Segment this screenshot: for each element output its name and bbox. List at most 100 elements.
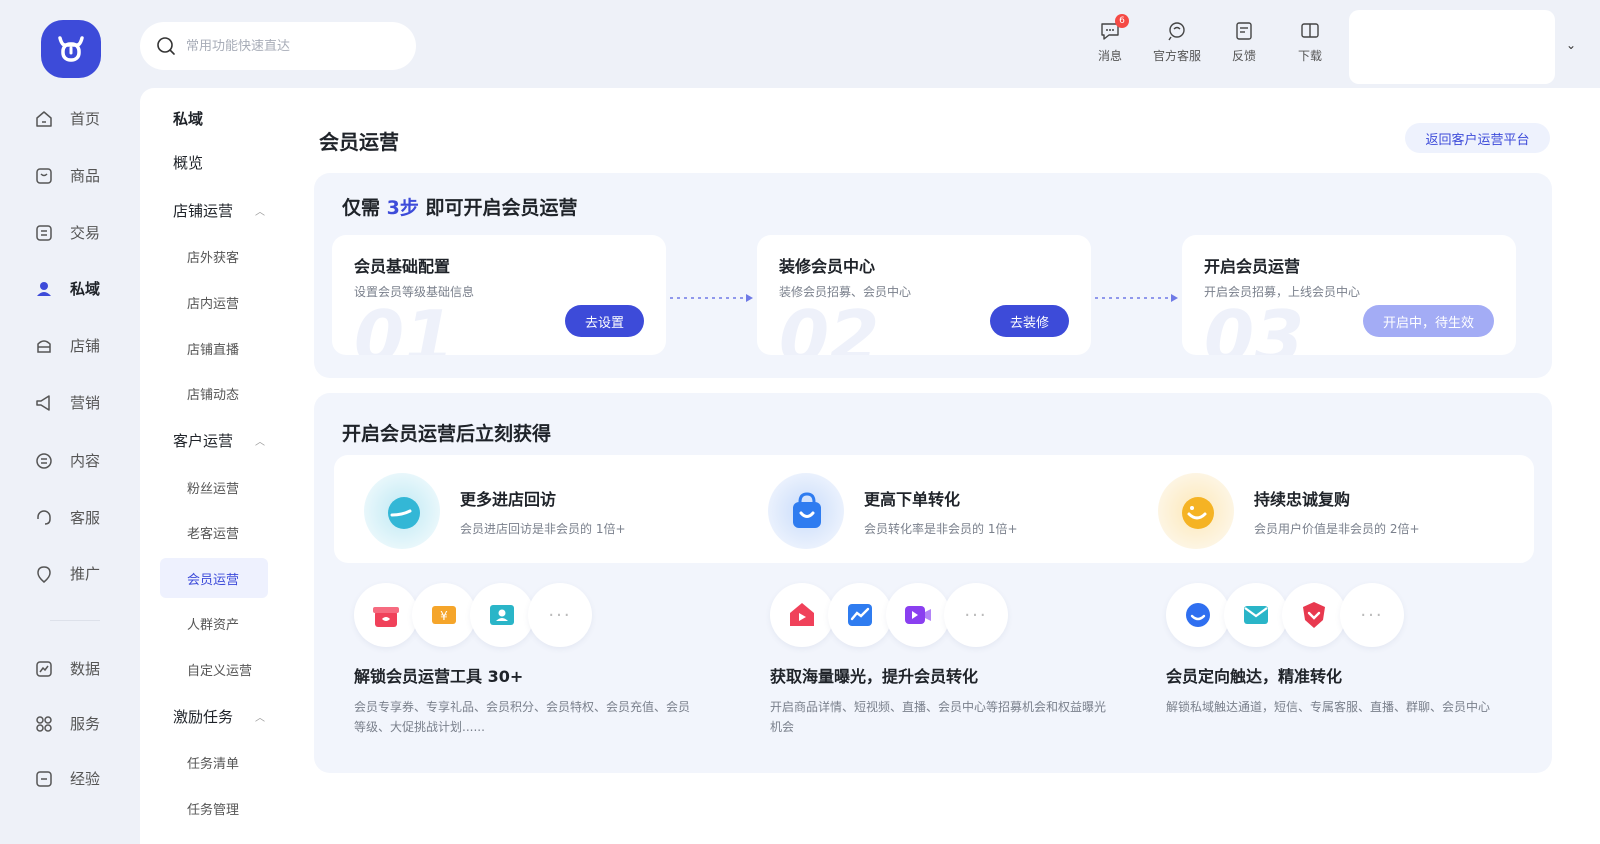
nav-item-data[interactable]: 数据 [34, 658, 100, 679]
official-support-button[interactable]: 官方客服 [1147, 20, 1207, 64]
video-camera-icon [886, 583, 950, 647]
feature-title: 解锁会员运营工具 30+ [354, 667, 524, 686]
nav-label: 营销 [70, 394, 101, 412]
coupon-icon: ¥ [412, 583, 476, 647]
step-desc: 设置会员等级基础信息 [354, 285, 475, 299]
more-icon[interactable]: ··· [1340, 583, 1404, 647]
main-content: 会员运营 返回客户运营平台 仅需 3步 即可开启会员运营 01 会员基础配置 设… [292, 88, 1600, 844]
subnav-title: 私域 [173, 110, 204, 128]
user-account-box[interactable] [1349, 10, 1555, 84]
steps-panel: 仅需 3步 即可开启会员运营 01 会员基础配置 设置会员等级基础信息 去设置 … [314, 173, 1552, 378]
shopping-bag-icon [793, 492, 821, 528]
feature-desc: 会员专享券、专享礼品、会员积分、会员特权、会员充值、会员等级、大促挑战计划...… [354, 700, 691, 734]
subnav-item[interactable]: 店铺动态 [187, 384, 239, 403]
messages-button[interactable]: 6 消息 [1080, 14, 1140, 64]
nav-item-trade[interactable]: 交易 [34, 222, 100, 243]
app-logo[interactable] [41, 20, 101, 78]
subnav-item[interactable]: 粉丝运营 [187, 478, 239, 497]
subnav-item[interactable]: 任务清单 [187, 753, 239, 772]
experience-icon [36, 770, 52, 787]
product-icon [36, 167, 52, 184]
nav-item-marketing[interactable]: 营销 [34, 392, 100, 413]
download-button[interactable]: 下载 [1280, 20, 1340, 64]
search-box[interactable] [140, 22, 416, 70]
nav-item-private-domain[interactable]: 私域 [34, 278, 100, 299]
message-badge: 6 [1115, 14, 1129, 28]
benefits-panel: 开启会员运营后立刻获得 更多进店回访 会员进店回访是非会员的 1倍+ 更高下单转化… [314, 393, 1552, 773]
dashed-arrow-icon [1095, 294, 1178, 302]
feature-icons: ··· [770, 583, 1120, 647]
data-icon [36, 660, 52, 677]
group-label: 店铺运营 [173, 202, 234, 220]
subnav-item[interactable]: 老客运营 [187, 523, 239, 542]
subnav-item[interactable]: 店外获客 [187, 247, 239, 266]
subnav-group-store-ops[interactable]: 店铺运营 ︿ [173, 200, 265, 221]
subnav-item[interactable]: 店内运营 [187, 293, 239, 312]
steps-title: 仅需 3步 即可开启会员运营 [342, 193, 578, 220]
back-to-platform-button[interactable]: 返回客户运营平台 [1405, 123, 1550, 153]
feedback-button[interactable]: 反馈 [1214, 20, 1274, 64]
marketing-icon [36, 394, 50, 411]
more-icon[interactable]: ··· [944, 583, 1008, 647]
step-title: 开启会员运营 [1204, 257, 1301, 276]
feedback-label: 反馈 [1231, 49, 1256, 63]
step-title: 会员基础配置 [354, 257, 451, 276]
step-card-1: 01 会员基础配置 设置会员等级基础信息 去设置 [332, 235, 666, 355]
subnav-item-overview[interactable]: 概览 [173, 152, 203, 173]
nav-item-customer-service[interactable]: 客服 [34, 507, 100, 528]
feedback-icon [1236, 22, 1252, 40]
benefit-item: 更高下单转化 会员转化率是非会员的 1倍+ [768, 473, 1018, 549]
benefit-title: 更多进店回访 [460, 489, 557, 509]
nav-item-content[interactable]: 内容 [34, 450, 100, 471]
private-domain-icon [37, 281, 51, 296]
nav-item-service[interactable]: 服务 [34, 713, 100, 734]
nav-item-promotion[interactable]: 推广 [34, 563, 100, 584]
nav-label: 数据 [70, 660, 101, 678]
step-desc: 装修会员招募、会员中心 [779, 285, 912, 299]
nav-item-experience[interactable]: 经验 [34, 768, 100, 789]
subnav-item[interactable]: 自定义运营 [187, 660, 252, 679]
nav-label: 交易 [70, 224, 101, 242]
group-label: 客户运营 [173, 432, 234, 450]
subnav-item[interactable]: 人群资产 [187, 614, 239, 633]
feature-block: ¥ ··· 解锁会员运营工具 30+ 会员专享券、专享礼品、会员积分、会员特权、… [354, 583, 704, 737]
group-label: 激励任务 [173, 708, 234, 726]
step-card-3: 03 开启会员运营 开启会员招募，上线会员中心 开启中，待生效 [1182, 235, 1516, 355]
go-decorate-button[interactable]: 去装修 [989, 305, 1069, 337]
nav-item-home[interactable]: 首页 [34, 108, 100, 129]
benefit-title: 更高下单转化 [864, 489, 961, 509]
benefit-item: 更多进店回访会员进店回访是非会员的 1倍+ [364, 473, 626, 549]
page-title: 会员运营 [319, 130, 399, 154]
search-icon [157, 37, 175, 55]
feature-block: ··· 会员定向触达，精准转化 解锁私域触达通道，短信、专属客服、直播、群聊、会… [1166, 583, 1516, 717]
step-number: 03 [1204, 295, 1305, 355]
subnav-item-member-ops[interactable]: 会员运营 [160, 558, 268, 598]
chevron-up-icon: ︿ [255, 437, 266, 448]
chevron-down-icon[interactable]: ⌄ [1566, 38, 1576, 52]
benefit-desc: 会员进店回访是非会员的 1倍+ [460, 521, 626, 536]
nav-divider [50, 620, 100, 621]
benefit-desc: 会员用户价值是非会员的 2倍+ [1254, 521, 1420, 536]
subnav-item[interactable]: 任务管理 [187, 799, 239, 818]
feature-icons: ¥ ··· [354, 583, 704, 647]
store-icon [37, 339, 51, 353]
chevron-up-icon: ︿ [255, 713, 266, 724]
go-settings-button[interactable]: 去设置 [564, 305, 644, 337]
subnav-group-incentive[interactable]: 激励任务 ︿ [173, 706, 265, 727]
more-icon[interactable]: ··· [528, 583, 592, 647]
nav-label: 服务 [70, 715, 101, 733]
benefits-row: 更多进店回访会员进店回访是非会员的 1倍+ 更高下单转化 会员转化率是非会员的 1… [334, 455, 1534, 563]
nav-item-product[interactable]: 商品 [34, 165, 100, 186]
benefit-icon-wrap [364, 473, 440, 549]
nav-item-store[interactable]: 店铺 [34, 335, 100, 356]
search-input[interactable] [186, 38, 386, 54]
chevron-up-icon: ︿ [255, 207, 266, 218]
sub-navigation: 私域 概览 店铺运营 ︿ 店外获客 店内运营 店铺直播 店铺动态 客户运营 ︿ 粉丝… [140, 88, 292, 844]
pending-activation-button: 开启中，待生效 [1362, 305, 1494, 337]
benefit-item: 持续忠诚复购 会员用户价值是非会员的 2倍+ [1158, 473, 1420, 549]
member-card-icon [470, 583, 534, 647]
nav-label: 客服 [70, 509, 101, 527]
subnav-item[interactable]: 店铺直播 [187, 339, 239, 358]
mail-icon [1224, 583, 1288, 647]
subnav-group-customer-ops[interactable]: 客户运营 ︿ [173, 430, 265, 451]
